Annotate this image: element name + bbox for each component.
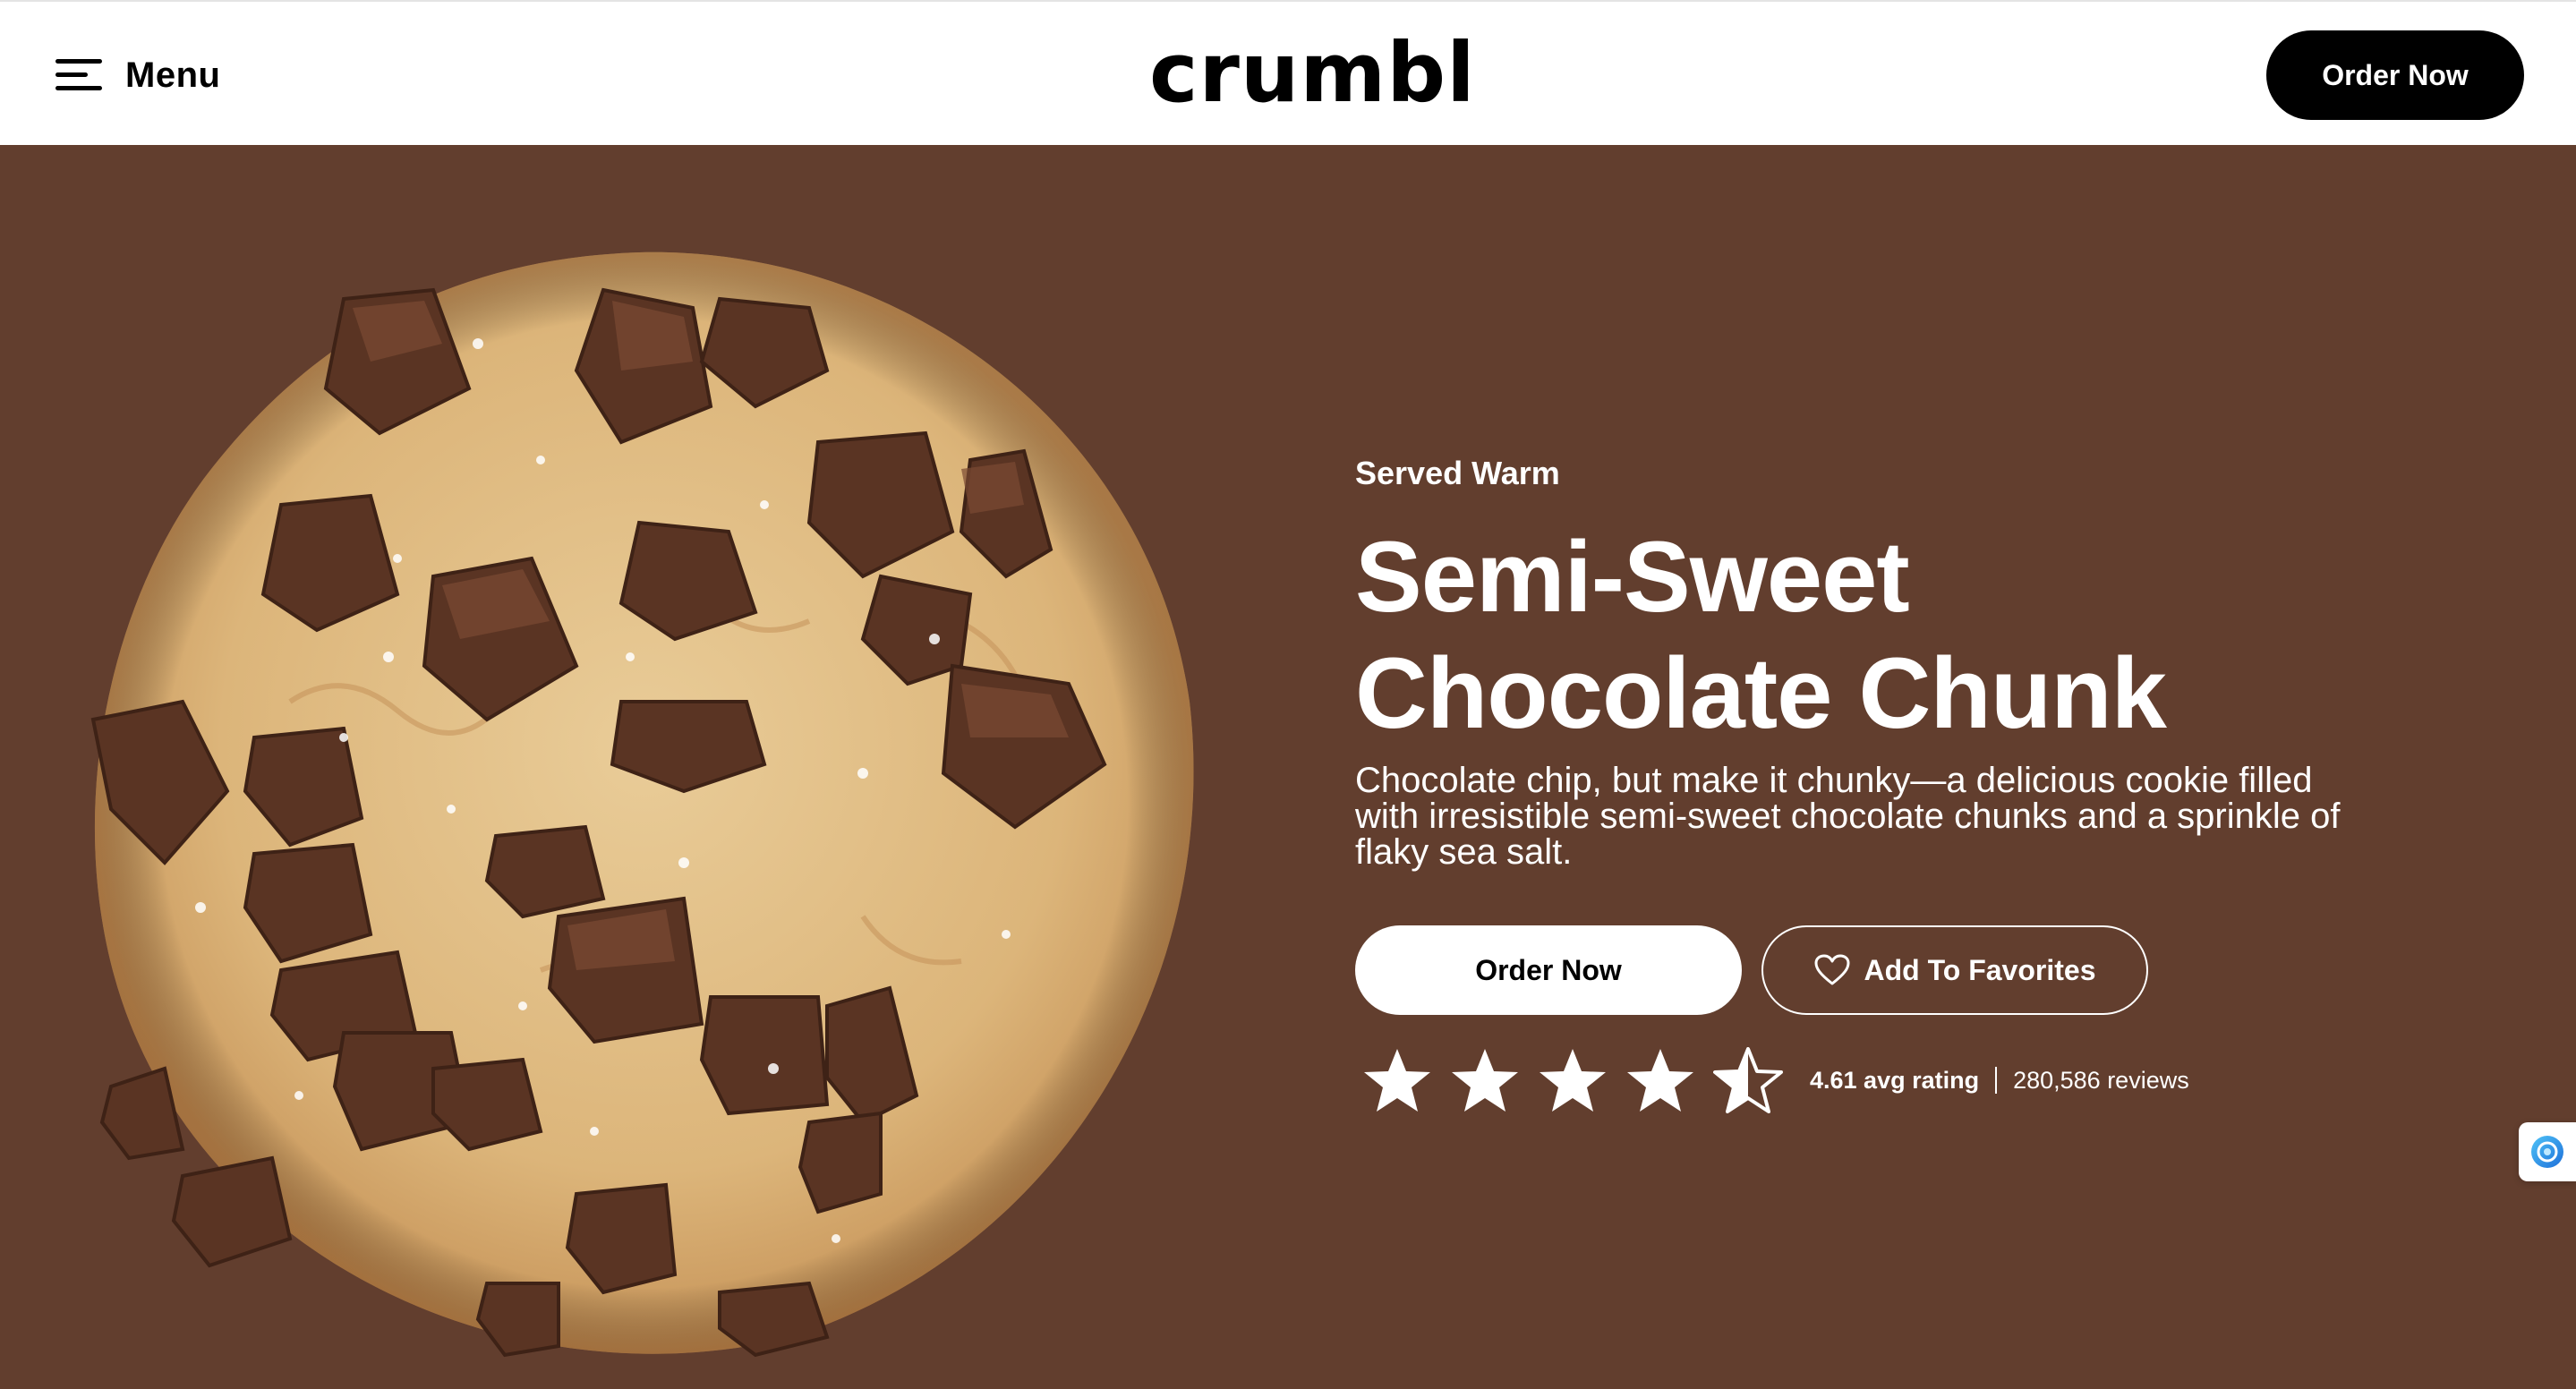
rating-divider xyxy=(1995,1067,1998,1094)
rating-summary: 4.61 avg rating 280,586 reviews xyxy=(1355,1040,2189,1121)
product-title-line-1: Semi-Sweet xyxy=(1355,521,1910,633)
average-rating: 4.61 avg rating xyxy=(1810,1066,1980,1094)
add-to-favorites-button[interactable]: Add To Favorites xyxy=(1761,925,2148,1015)
order-now-button[interactable]: Order Now xyxy=(1355,925,1742,1015)
menu-toggle[interactable]: Menu xyxy=(55,48,220,102)
star-icon xyxy=(1452,1049,1518,1112)
site-header: Menu crumbl Order Now xyxy=(0,0,2576,145)
star-partial-icon xyxy=(1713,1047,1783,1113)
cookie-image xyxy=(90,251,1194,1358)
heart-icon xyxy=(1814,954,1849,985)
product-hero: Served Warm Semi-Sweet Chocolate Chunk C… xyxy=(0,145,2576,1389)
assistant-icon xyxy=(2531,1136,2563,1168)
review-count[interactable]: 280,586 reviews xyxy=(2013,1067,2189,1095)
star-icon xyxy=(1364,1049,1430,1112)
product-title-line-2: Chocolate Chunk xyxy=(1355,637,2167,749)
product-description: Chocolate chip, but make it chunky—a del… xyxy=(1355,761,2341,872)
product-title: Semi-Sweet Chocolate Chunk xyxy=(1355,519,2340,752)
add-to-favorites-label: Add To Favorites xyxy=(1864,953,2096,986)
star-icon xyxy=(1540,1049,1606,1112)
assistant-widget[interactable] xyxy=(2519,1122,2576,1181)
star-rating xyxy=(1362,1047,1783,1113)
menu-label[interactable]: Menu xyxy=(125,55,220,96)
hamburger-icon[interactable] xyxy=(55,59,102,91)
header-order-now-button[interactable]: Order Now xyxy=(2266,30,2524,120)
served-warm-label: Served Warm xyxy=(1355,455,1560,491)
crumbl-logo[interactable]: crumbl xyxy=(1149,29,1475,118)
star-icon xyxy=(1627,1049,1693,1112)
